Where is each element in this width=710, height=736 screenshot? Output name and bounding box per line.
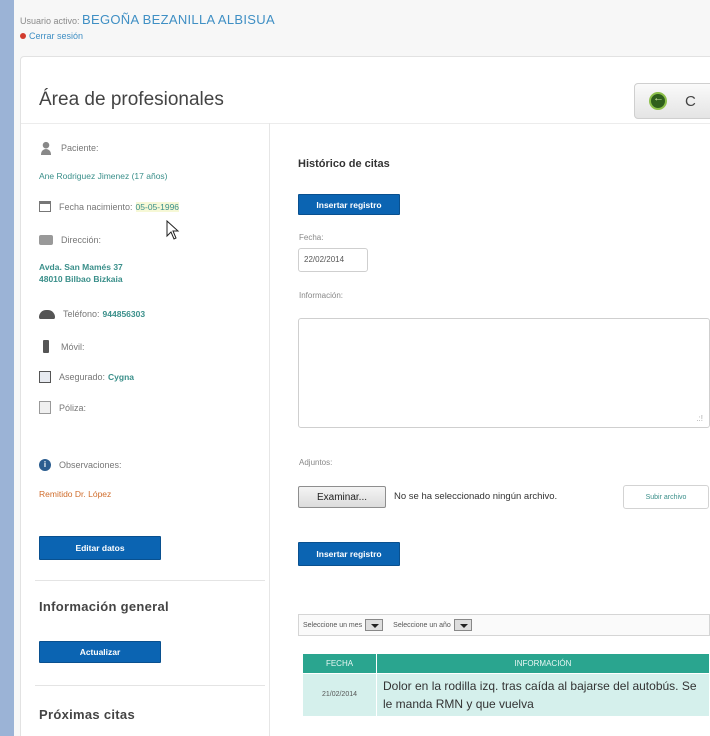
year-select-label: Seleccione un año (393, 621, 451, 629)
top-bar: Usuario activo: BEGOÑA BEZANILLA ALBISUA… (14, 0, 710, 50)
back-button[interactable]: C (634, 83, 710, 119)
insured-label: Asegurado: (59, 372, 106, 382)
table-row[interactable]: 21/02/2014 Dolor en la rodilla izq. tras… (302, 673, 710, 717)
history-title: Histórico de citas (298, 158, 390, 170)
left-separator-1 (35, 580, 265, 581)
row-info: Dolor en la rodilla izq. tras caída al b… (376, 673, 710, 717)
person-icon (39, 141, 53, 155)
logout-icon (20, 33, 26, 39)
edit-data-button[interactable]: Editar datos (39, 536, 161, 560)
address-row: Dirección: (39, 235, 101, 245)
notes-row: i Observaciones: (39, 459, 122, 471)
phone-row: Teléfono: 944856303 (39, 309, 145, 319)
birth-row: Fecha nacimiento: 05-05-1996 (39, 201, 180, 212)
mobile-icon (43, 340, 49, 353)
notes-label: Observaciones: (59, 460, 122, 470)
attachments-label: Adjuntos: (299, 458, 333, 467)
year-select[interactable]: Seleccione un año (393, 619, 472, 631)
insured-value: Cygna (108, 372, 135, 382)
chevron-down-icon[interactable] (453, 619, 472, 631)
logout-link[interactable]: Cerrar sesión (20, 31, 83, 41)
table-header-row: FECHA INFORMACIÓN (302, 653, 710, 674)
address-icon (39, 235, 53, 245)
birth-value: 05-05-1996 (135, 201, 180, 212)
page: Usuario activo: BEGOÑA BEZANILLA ALBISUA… (14, 0, 710, 736)
no-file-text: No se ha seleccionado ningún archivo. (394, 491, 558, 502)
chevron-down-icon[interactable] (365, 619, 384, 631)
phone-value: 944856303 (102, 309, 146, 319)
address-line-2: 48010 Bilbao Bizkaia (39, 274, 123, 284)
phone-label: Teléfono: (63, 309, 100, 319)
back-arrow-icon (649, 92, 667, 110)
history-filter-bar: Seleccione un mes Seleccione un año (298, 614, 710, 636)
active-user-name: BEGOÑA BEZANILLA ALBISUA (82, 12, 275, 27)
resize-grip-icon[interactable]: .:! (696, 414, 703, 423)
upcoming-title: Próximas citas (39, 707, 135, 722)
header-divider (21, 123, 710, 124)
active-user: Usuario activo: BEGOÑA BEZANILLA ALBISUA (20, 12, 275, 27)
active-user-label: Usuario activo: (20, 16, 80, 26)
phone-icon (39, 309, 55, 319)
left-separator-2 (35, 685, 265, 686)
address-label: Dirección: (61, 235, 102, 245)
logout-label: Cerrar sesión (29, 31, 84, 41)
update-button[interactable]: Actualizar (39, 641, 161, 663)
address-line-1: Avda. San Mamés 37 (39, 262, 123, 272)
info-textarea[interactable]: .:! (298, 318, 710, 428)
info-label: Información: (299, 291, 344, 300)
patient-name[interactable]: Ane Rodriguez Jimenez (17 años) (39, 171, 168, 181)
date-label: Fecha: (299, 233, 324, 242)
month-select[interactable]: Seleccione un mes (303, 619, 384, 631)
info-icon: i (39, 459, 51, 471)
insured-row: Asegurado: Cygna (39, 371, 134, 383)
notes-value: Remitido Dr. López (39, 489, 112, 499)
policy-label: Póliza: (59, 402, 87, 413)
column-header-date[interactable]: FECHA (302, 653, 377, 674)
patient-row: Paciente: (39, 141, 99, 155)
upload-file-button[interactable]: Subir archivo (623, 485, 709, 509)
insert-record-button-bottom[interactable]: Insertar registro (298, 542, 400, 566)
month-select-label: Seleccione un mes (303, 621, 363, 629)
policy-icon (39, 401, 51, 414)
row-date: 21/02/2014 (302, 673, 377, 717)
insurance-icon (39, 371, 51, 383)
column-header-info[interactable]: INFORMACIÓN (376, 653, 710, 674)
calendar-icon (39, 201, 51, 212)
general-info-title: Información general (39, 599, 169, 614)
back-button-label: C (685, 92, 696, 110)
history-table: FECHA INFORMACIÓN 21/02/2014 Dolor en la… (302, 653, 710, 717)
insert-record-button-top[interactable]: Insertar registro (298, 194, 400, 215)
page-title: Área de profesionales (39, 89, 224, 110)
policy-row: Póliza: (39, 401, 86, 414)
mobile-row: Móvil: (39, 340, 85, 353)
date-input[interactable]: 22/02/2014 (298, 248, 368, 272)
patient-label: Paciente: (61, 143, 99, 153)
browse-button[interactable]: Examinar... (298, 486, 386, 508)
mobile-label: Móvil: (61, 341, 85, 352)
mouse-cursor-icon (166, 220, 180, 240)
birth-label: Fecha nacimiento: (59, 201, 133, 212)
column-divider (269, 123, 270, 736)
